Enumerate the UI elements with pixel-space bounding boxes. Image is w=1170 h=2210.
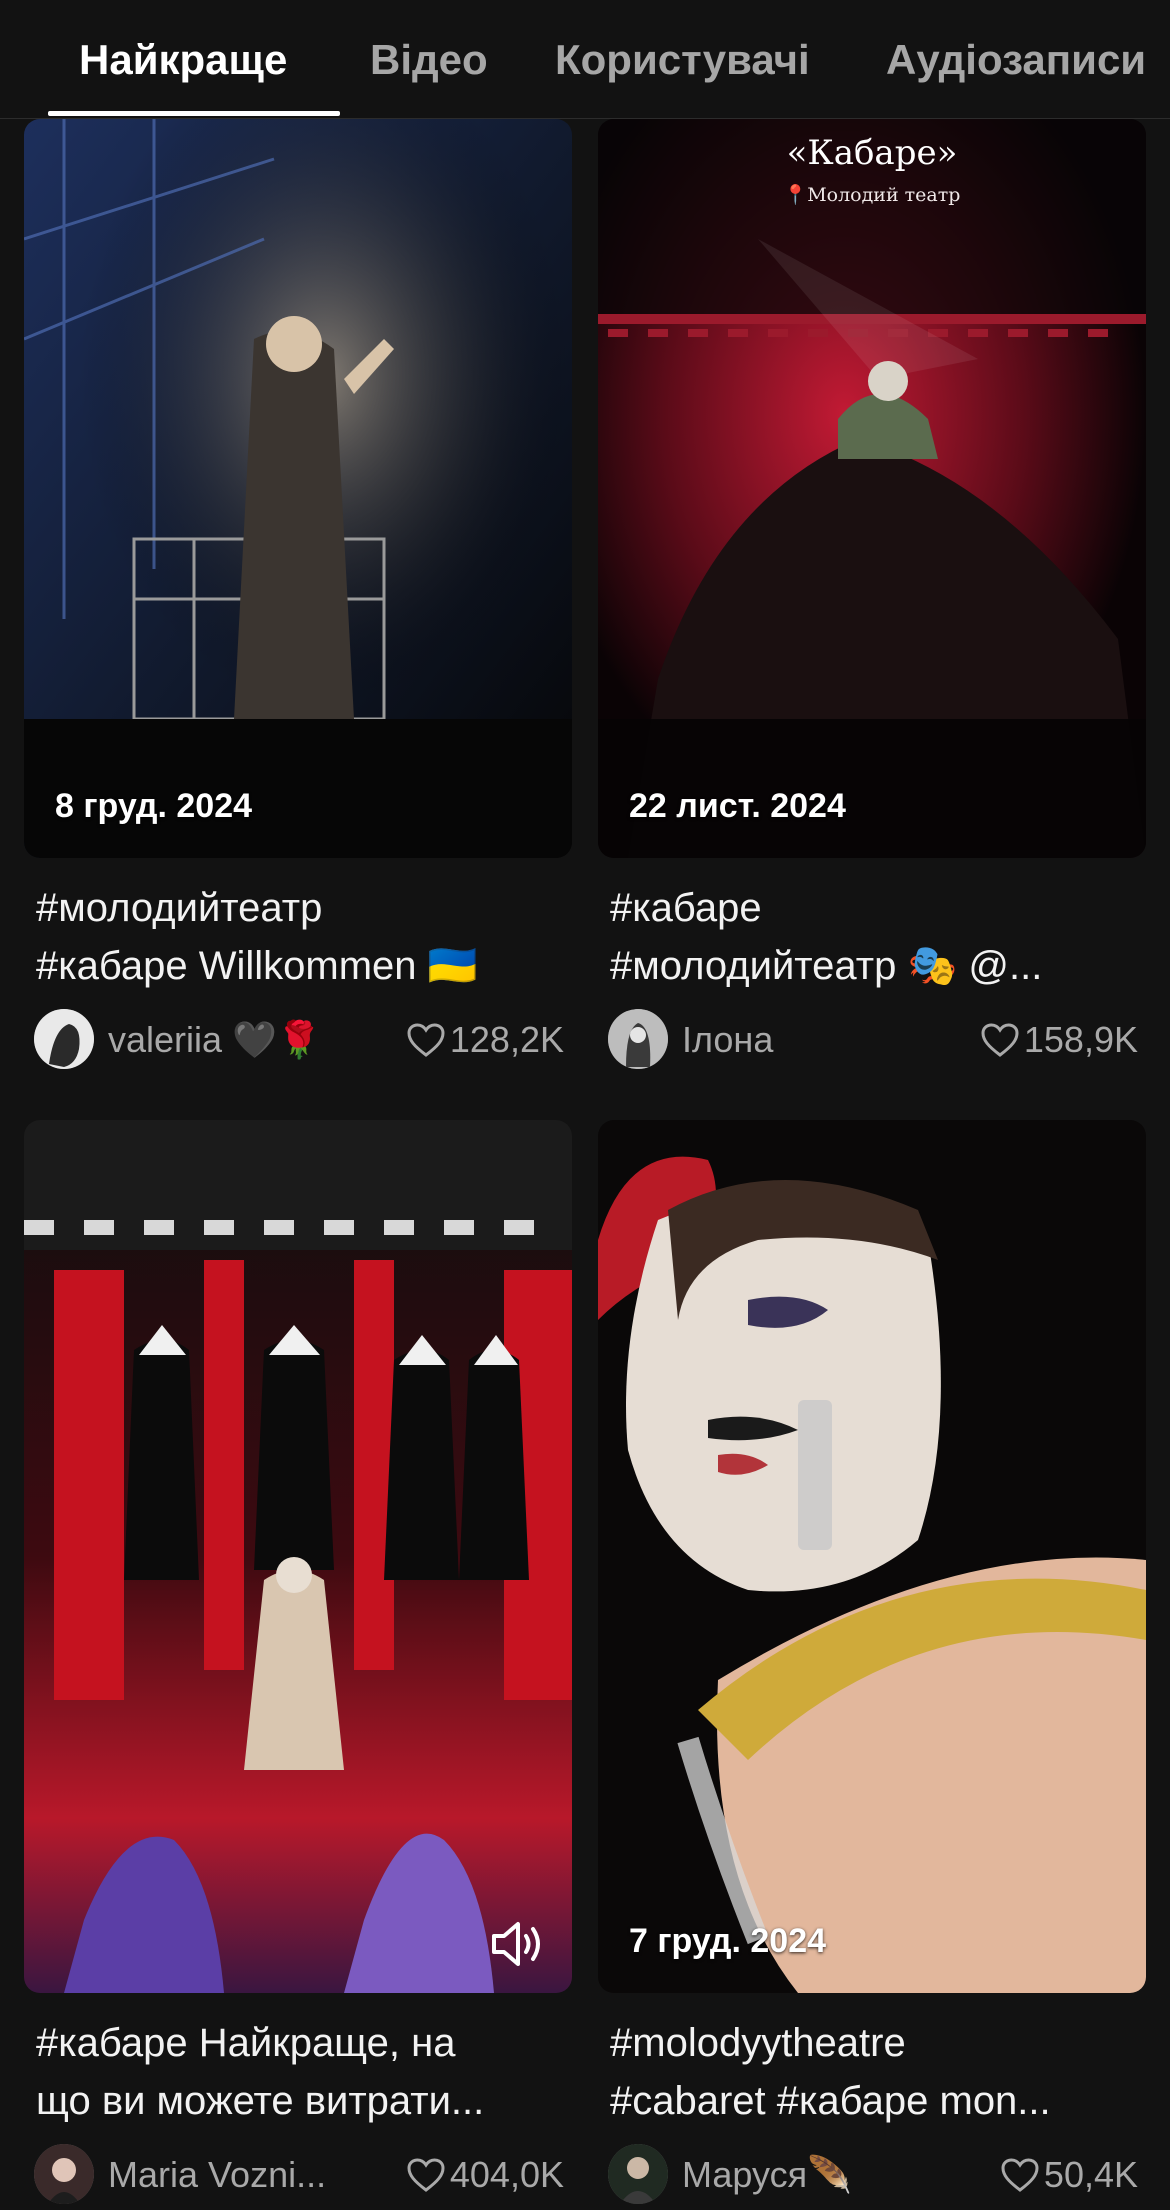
- post-date: 8 груд. 2024: [55, 787, 253, 825]
- video-thumbnail[interactable]: «Кабаре» 📍Молодий театр 22 лист. 2024: [598, 119, 1146, 858]
- post-meta: valeriia 🖤🌹 128,2K: [34, 1009, 564, 1071]
- active-tab-indicator: [48, 111, 340, 116]
- avatar[interactable]: [34, 1009, 94, 1069]
- like-count: 158,9K: [980, 1019, 1138, 1061]
- like-count: 404,0K: [406, 2154, 564, 2196]
- post-meta: Ілона 158,9K: [608, 1009, 1138, 1071]
- username[interactable]: valeriia 🖤🌹: [108, 1019, 322, 1061]
- heart-icon: [1001, 2158, 1039, 2192]
- video-overlay-subtitle: 📍Молодий театр: [783, 184, 961, 206]
- video-thumbnail[interactable]: [24, 1120, 572, 1993]
- username[interactable]: Маруся🪶: [682, 2154, 852, 2196]
- video-thumbnail[interactable]: 7 груд. 2024: [598, 1120, 1146, 1993]
- avatar[interactable]: [34, 2144, 94, 2204]
- like-count: 50,4K: [1000, 2154, 1138, 2196]
- avatar[interactable]: [608, 2144, 668, 2204]
- caption-line: що ви можете витрати...: [36, 2079, 485, 2123]
- video-overlay-title: «Кабаре»: [786, 133, 958, 173]
- post-meta: Maria Vozni... 404,0K: [34, 2144, 564, 2206]
- caption-line: #молодийтеатр 🎭 @...: [610, 944, 1043, 988]
- post-date: 7 груд. 2024: [629, 1922, 827, 1960]
- video-thumbnail-image: [598, 1120, 1146, 1993]
- video-thumbnail[interactable]: 8 груд. 2024: [24, 119, 572, 858]
- caption-line: #кабаре Willkommen 🇺🇦: [36, 944, 478, 988]
- like-count-value: 404,0K: [449, 2154, 564, 2195]
- like-count: 128,2K: [406, 1019, 564, 1061]
- tab-users[interactable]: Користувачі: [555, 36, 810, 84]
- tab-top[interactable]: Найкраще: [79, 36, 287, 84]
- caption-line: #молодийтеатр: [36, 886, 323, 930]
- video-caption[interactable]: #кабаре #молодийтеатр 🎭 @...: [610, 879, 1140, 995]
- search-tabs: Найкраще Відео Користувачі Аудіозаписи: [0, 0, 1170, 119]
- post-meta: Маруся🪶 50,4K: [608, 2144, 1138, 2206]
- video-thumbnail-image: [24, 119, 572, 858]
- heart-icon: [407, 1023, 445, 1057]
- caption-line: #molodyytheatre: [610, 2021, 906, 2065]
- video-thumbnail-image: [598, 119, 1146, 858]
- caption-line: #кабаре: [610, 886, 762, 930]
- video-caption[interactable]: #кабаре Найкраще, на що ви можете витрат…: [36, 2014, 566, 2130]
- heart-icon: [407, 2158, 445, 2192]
- video-caption[interactable]: #молодийтеатр #кабаре Willkommen 🇺🇦: [36, 879, 566, 995]
- like-count-value: 128,2K: [449, 1019, 564, 1060]
- tab-sounds[interactable]: Аудіозаписи: [886, 36, 1146, 84]
- post-date: 22 лист. 2024: [629, 787, 846, 825]
- video-thumbnail-image: [24, 1120, 572, 1993]
- avatar[interactable]: [608, 1009, 668, 1069]
- username[interactable]: Maria Vozni...: [108, 2154, 326, 2196]
- tab-videos[interactable]: Відео: [370, 36, 488, 84]
- caption-line: #кабаре Найкраще, на: [36, 2021, 456, 2065]
- heart-icon: [981, 1023, 1019, 1057]
- like-count-value: 158,9K: [1023, 1019, 1138, 1060]
- username[interactable]: Ілона: [682, 1019, 773, 1061]
- like-count-value: 50,4K: [1043, 2154, 1138, 2195]
- video-caption[interactable]: #molodyytheatre #cabaret #кабаре mon...: [610, 2014, 1140, 2130]
- caption-line: #cabaret #кабаре mon...: [610, 2079, 1051, 2123]
- speaker-on-icon[interactable]: [490, 1919, 546, 1969]
